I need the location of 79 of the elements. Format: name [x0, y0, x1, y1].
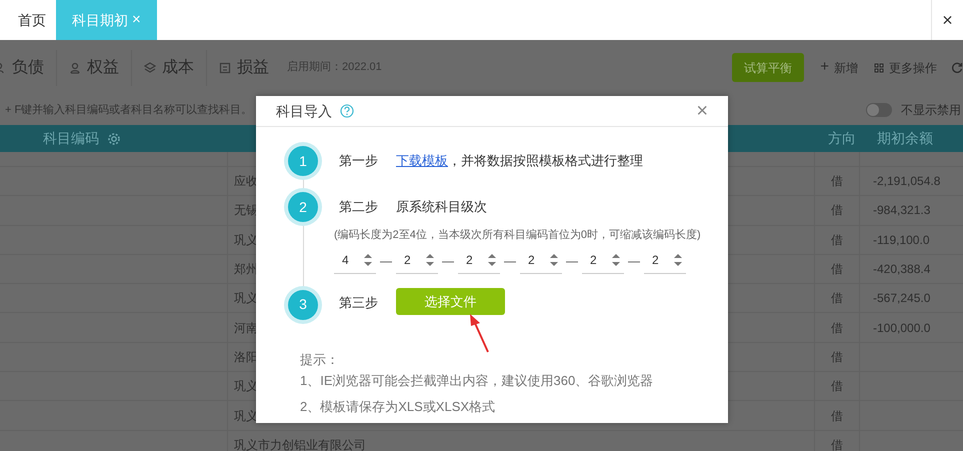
table-cell-text: 借 — [831, 436, 843, 451]
spinner-icon[interactable] — [364, 253, 372, 267]
toggle-label: 不显示禁用 — [901, 102, 961, 119]
separator-dash: — — [380, 252, 392, 270]
help-icon[interactable] — [340, 104, 354, 118]
table-cell-text: 巩义 — [234, 408, 258, 425]
table-cell-text: 借 — [831, 378, 843, 396]
column-header: 科目编码 — [43, 129, 99, 148]
tab[interactable]: 首页 — [8, 0, 56, 40]
spinner-icon[interactable] — [550, 253, 558, 267]
tab[interactable]: 科目期初 × — [56, 0, 157, 40]
table-cell-text: 应收 — [234, 173, 258, 190]
close-icon[interactable]: × — [132, 8, 141, 32]
spinner-icon[interactable] — [674, 253, 682, 267]
level-input[interactable]: 2 — [644, 248, 686, 274]
download-template-link[interactable]: 下载模板 — [396, 153, 448, 168]
step-instruction: 下载模板，并将数据按照模板格式进行整理 — [396, 152, 643, 170]
step-number: 2 — [288, 192, 318, 222]
arrow-icon — [468, 313, 492, 353]
tips-title: 提示： — [300, 350, 340, 368]
spinner-icon[interactable] — [612, 253, 620, 267]
close-button[interactable]: × — [696, 101, 708, 121]
table-cell-text: 借 — [831, 408, 843, 425]
table-cell-text: 借 — [831, 320, 843, 337]
step-instruction: 原系统科目级次 — [396, 198, 487, 216]
table-cell-text: -119,100.0 — [873, 232, 930, 249]
category-tab[interactable]: 损益 — [237, 56, 269, 80]
grid-icon — [874, 62, 884, 72]
level-input[interactable]: 2 — [520, 248, 562, 274]
separator-dash: — — [628, 252, 640, 270]
add-button[interactable]: + 新增 — [820, 56, 858, 79]
step-label: 第一步 — [339, 152, 379, 170]
category-tab[interactable]: 负债 — [12, 56, 44, 80]
column-header: 期初余额 — [877, 130, 933, 146]
table-cell-text: -984,321.3 — [873, 202, 930, 220]
search-hint: + F键并输入科目编码或者科目名称可以查找科目。 — [5, 102, 252, 118]
tip-text: 2、模板请保存为XLS或XLSX格式 — [300, 398, 496, 416]
category-icon[interactable] — [69, 62, 81, 74]
category-tab[interactable]: 成本 — [162, 56, 194, 80]
column-header: 方向 — [828, 130, 856, 146]
level-input[interactable]: 2 — [396, 248, 438, 274]
level-input[interactable]: 2 — [458, 248, 500, 274]
toggle-switch[interactable] — [866, 103, 892, 117]
table-cell-text: 巩义 — [234, 232, 258, 249]
table-cell-text: 巩义 — [234, 290, 258, 308]
level-input[interactable]: 2 — [582, 248, 624, 274]
table-cell-text: 借 — [831, 348, 843, 366]
table-cell-text: 借 — [831, 290, 843, 308]
settings-icon[interactable] — [107, 132, 121, 146]
tip-text: 1、IE浏览器可能会拦截弹出内容，建议使用360、谷歌浏览器 — [300, 372, 654, 390]
level-input[interactable]: 4 — [334, 248, 376, 274]
table-cell-text: 借 — [831, 232, 843, 249]
refresh-icon[interactable] — [951, 62, 963, 74]
table-cell-text: -100,000.0 — [873, 320, 930, 337]
table-cell-text: -420,388.4 — [873, 261, 930, 278]
category-icon[interactable] — [219, 62, 231, 74]
step-label: 第二步 — [339, 198, 379, 216]
table-cell-text: 借 — [831, 261, 843, 278]
table-cell-text: -567,245.0 — [873, 290, 930, 308]
table-cell-text: -2,191,054.8 — [873, 173, 940, 190]
table-cell-text: 借 — [831, 202, 843, 220]
trial-balance-button[interactable]: 试算平衡 — [732, 53, 804, 82]
choose-file-button[interactable]: 选择文件 — [396, 288, 505, 315]
step-number: 3 — [288, 290, 318, 320]
separator-dash: — — [442, 252, 454, 270]
separator-dash: — — [504, 252, 516, 270]
step-number: 1 — [288, 146, 318, 176]
dialog-title: 科目导入 — [276, 102, 332, 120]
step-label: 第三步 — [339, 294, 379, 312]
table-cell-text: 巩义 — [234, 378, 258, 396]
code-length-note: (编码长度为2至4位，当本级次所有科目编码首位为0时，可缩减该编码长度) — [334, 228, 702, 243]
spinner-icon[interactable] — [426, 253, 434, 267]
spinner-icon[interactable] — [488, 253, 496, 267]
table-cell-text: 巩义市力创铝业有限公司 — [234, 436, 366, 451]
more-actions-button[interactable]: 更多操作 — [874, 58, 937, 76]
category-tab[interactable]: 权益 — [87, 56, 119, 80]
separator-dash: — — [566, 252, 578, 270]
category-icon[interactable] — [144, 62, 156, 74]
table-cell-text: 借 — [831, 173, 843, 190]
